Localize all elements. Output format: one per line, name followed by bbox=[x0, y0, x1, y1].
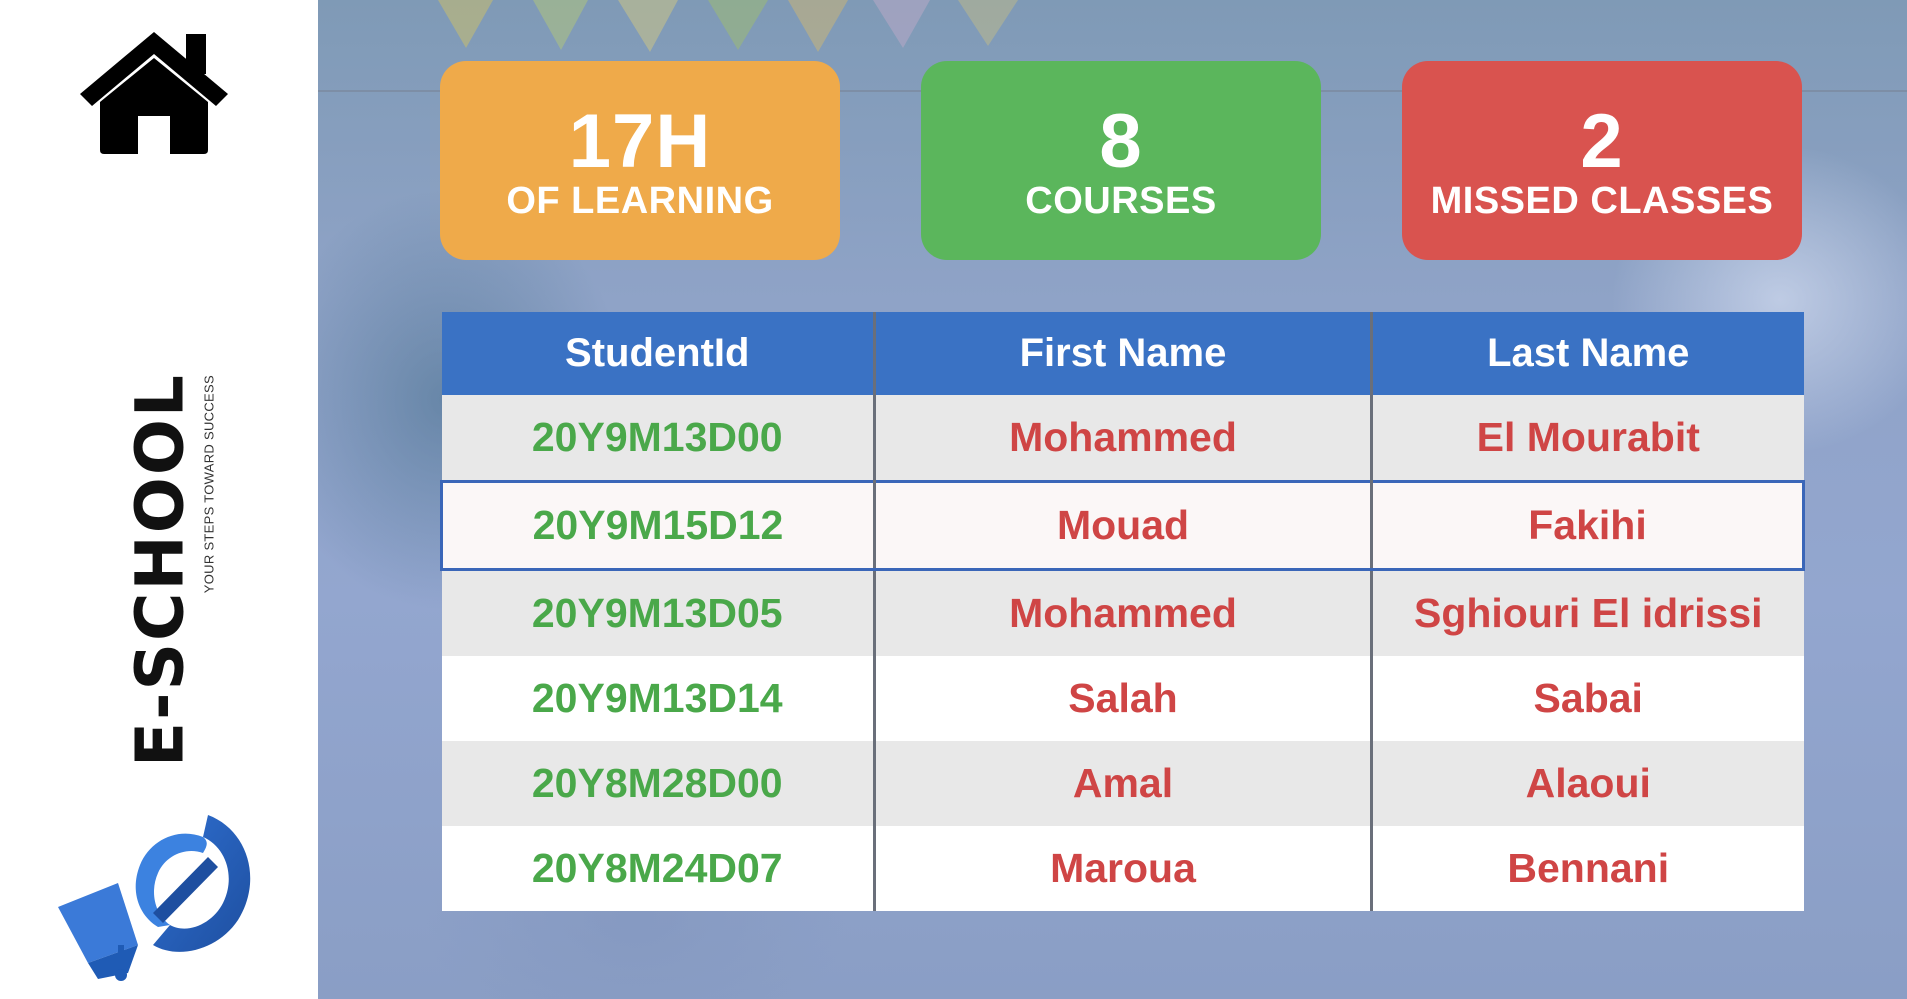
first-name-cell: Maroua bbox=[874, 826, 1373, 911]
student-id-cell: 20Y9M13D05 bbox=[441, 569, 876, 656]
brand-name: E-SCHOOL bbox=[121, 373, 199, 767]
last-name-cell: Fakihi bbox=[1371, 480, 1805, 571]
first-name-cell: Mouad bbox=[874, 480, 1373, 571]
home-button[interactable] bbox=[78, 28, 230, 154]
table-row[interactable]: 20Y9M13D05 Mohammed Sghiouri El idrissi bbox=[441, 569, 1804, 656]
student-id-cell: 20Y9M13D14 bbox=[441, 656, 876, 741]
student-id-cell: 20Y8M24D07 bbox=[441, 826, 876, 911]
stat-card-courses: 8 COURSES bbox=[921, 61, 1321, 260]
stat-value: 8 bbox=[1099, 99, 1143, 184]
stat-label: COURSES bbox=[1025, 180, 1217, 222]
stats-row: 17H OF LEARNING 8 COURSES 2 MISSED CLASS… bbox=[440, 61, 1802, 261]
first-name-cell: Mohammed bbox=[874, 569, 1373, 656]
dashboard-main: 17H OF LEARNING 8 COURSES 2 MISSED CLASS… bbox=[318, 0, 1907, 999]
last-name-cell: Alaoui bbox=[1371, 741, 1804, 826]
column-header-last-name[interactable]: Last Name bbox=[1371, 312, 1804, 395]
students-table: StudentId First Name Last Name 20Y9M13D0… bbox=[440, 312, 1805, 911]
stat-card-missed-classes: 2 MISSED CLASSES bbox=[1402, 61, 1802, 260]
bunting-decoration bbox=[438, 0, 1018, 52]
table-row[interactable]: 20Y8M24D07 Maroua Bennani bbox=[441, 826, 1804, 911]
first-name-cell: Amal bbox=[874, 741, 1373, 826]
table-row[interactable]: 20Y9M13D00 Mohammed El Mourabit bbox=[441, 395, 1804, 482]
first-name-cell: Salah bbox=[874, 656, 1373, 741]
student-id-cell: 20Y9M13D00 bbox=[441, 395, 876, 482]
student-id-cell: 20Y8M28D00 bbox=[441, 741, 876, 826]
table-header-row: StudentId First Name Last Name bbox=[441, 312, 1804, 395]
last-name-cell: Bennani bbox=[1371, 826, 1804, 911]
stat-label: OF LEARNING bbox=[506, 180, 774, 222]
stat-label: MISSED CLASSES bbox=[1430, 180, 1774, 222]
sidebar: E-SCHOOL YOUR STEPS TOWARD SUCCESS bbox=[0, 0, 318, 999]
stat-card-learning: 17H OF LEARNING bbox=[440, 61, 840, 260]
last-name-cell: El Mourabit bbox=[1371, 395, 1804, 482]
first-name-cell: Mohammed bbox=[874, 395, 1373, 482]
column-header-studentid[interactable]: StudentId bbox=[441, 312, 876, 395]
stat-value: 17H bbox=[568, 99, 712, 184]
stat-value: 2 bbox=[1580, 99, 1624, 184]
brand-tagline: YOUR STEPS TOWARD SUCCESS bbox=[201, 375, 217, 594]
column-header-first-name[interactable]: First Name bbox=[874, 312, 1373, 395]
last-name-cell: Sabai bbox=[1371, 656, 1804, 741]
student-id-cell: 20Y9M15D12 bbox=[440, 480, 876, 571]
table-row[interactable]: 20Y8M28D00 Amal Alaoui bbox=[441, 741, 1804, 826]
table-row-selected[interactable]: 20Y9M15D12 Mouad Fakihi bbox=[440, 480, 1805, 571]
e-school-logo-icon bbox=[58, 795, 263, 985]
home-icon bbox=[80, 32, 228, 154]
brand: E-SCHOOL YOUR STEPS TOWARD SUCCESS bbox=[121, 373, 217, 767]
last-name-cell: Sghiouri El idrissi bbox=[1371, 569, 1804, 656]
table-row[interactable]: 20Y9M13D14 Salah Sabai bbox=[441, 656, 1804, 741]
